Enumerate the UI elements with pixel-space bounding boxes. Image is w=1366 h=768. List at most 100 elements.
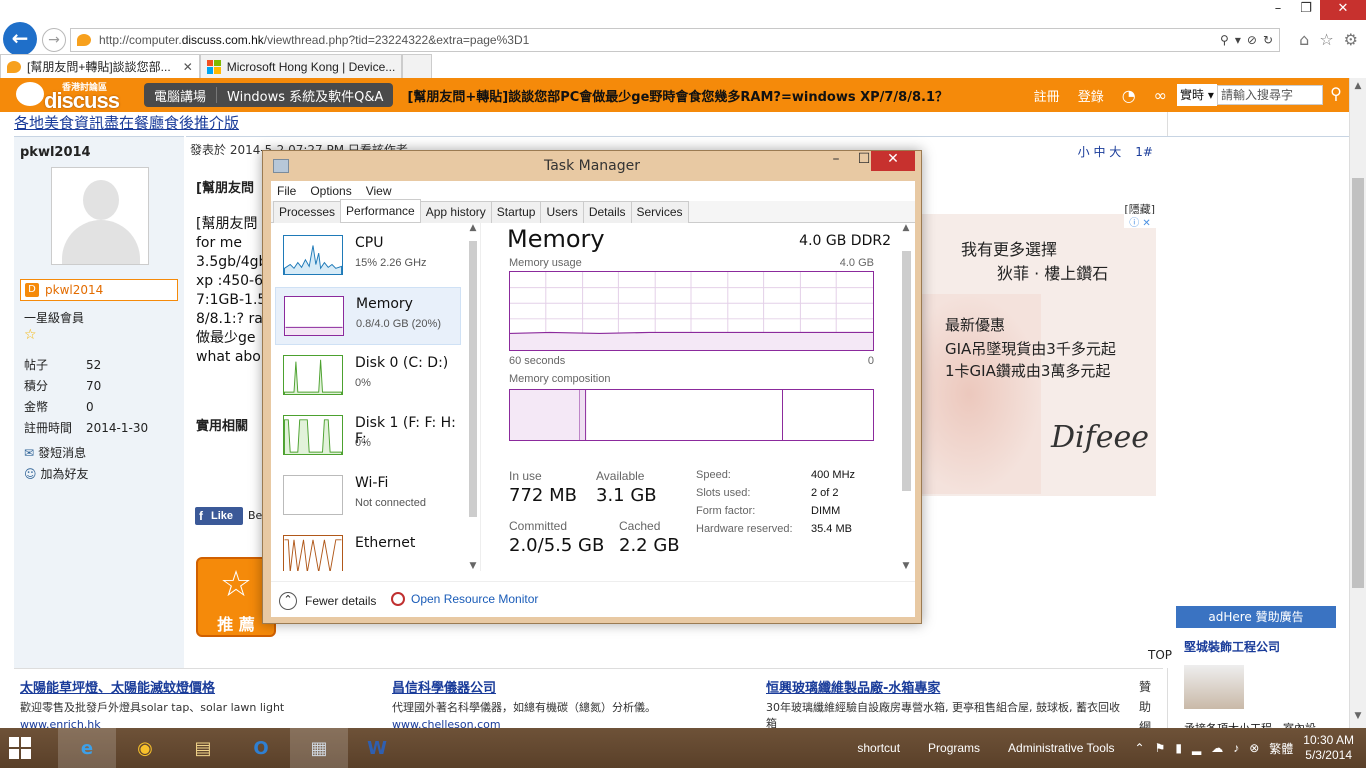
- detail-scrollbar[interactable]: ▲ ▼: [899, 223, 913, 571]
- back-arrow-icon[interactable]: ←: [3, 22, 37, 56]
- ie-icon[interactable]: e: [58, 728, 116, 768]
- sponsor-ad[interactable]: adHere 贊助廣告 堅城裝飾工程公司 承接各項大小工程，室內設: [1176, 606, 1336, 735]
- tab-discuss[interactable]: [幫朋友問+轉貼]談談您部... ✕: [0, 54, 200, 78]
- word-icon[interactable]: W: [348, 728, 406, 768]
- disk-graph-icon: [283, 355, 343, 395]
- tm-close-button[interactable]: ✕: [871, 151, 915, 171]
- memory-type: 4.0 GB DDR2: [799, 233, 891, 249]
- resource-ethernet[interactable]: Ethernet: [275, 527, 461, 571]
- fewer-details-button[interactable]: ⌃ Fewer details: [279, 592, 376, 610]
- task-manager-icon[interactable]: ▦: [290, 728, 348, 768]
- link-icon[interactable]: ∞: [1154, 86, 1167, 105]
- browser-tabs: [幫朋友問+轉貼]談談您部... ✕ Microsoft Hong Kong |…: [0, 54, 433, 78]
- tab-users[interactable]: Users: [540, 201, 584, 223]
- refresh-icon[interactable]: ↻: [1263, 33, 1273, 47]
- user-rank: 一星級會員: [24, 311, 85, 325]
- ad-close-icon[interactable]: ⓘ ✕: [1124, 214, 1156, 229]
- new-tab-button[interactable]: [402, 54, 433, 78]
- resource-disk0[interactable]: Disk 0 (C: D:) 0%: [275, 347, 461, 405]
- battery-icon[interactable]: ▮: [1175, 741, 1182, 755]
- ad-item[interactable]: 太陽能草坪燈、太陽能滅蚊燈價格 歡迎零售及批發戶外燈具solar tap、sol…: [20, 677, 380, 731]
- tab-performance[interactable]: Performance: [340, 199, 421, 222]
- dropdown-icon[interactable]: ▾: [1235, 33, 1241, 47]
- jewelry-ad[interactable]: ⓘ ✕ 我有更多選擇 狄菲 · 樓上鑽石 最新優惠 GIA吊墜現貨由3千多元起 …: [921, 214, 1156, 496]
- rss-icon[interactable]: ◔: [1122, 86, 1136, 105]
- network-icon[interactable]: ▂: [1192, 741, 1201, 755]
- show-hidden-icons-icon[interactable]: ⌃: [1135, 741, 1145, 755]
- tab-services[interactable]: Services: [630, 201, 689, 223]
- home-icon[interactable]: ⌂: [1299, 30, 1309, 49]
- user-badge[interactable]: pkwl2014: [20, 279, 178, 301]
- search-icon[interactable]: ⚲: [1220, 33, 1229, 47]
- menu-view[interactable]: View: [366, 181, 392, 201]
- resource-disk1[interactable]: Disk 1 (F: F: H: F: 0%: [275, 407, 461, 465]
- tm-minimize-button[interactable]: –: [823, 151, 849, 171]
- ime-icon[interactable]: ⊗: [1249, 741, 1259, 755]
- ad-item[interactable]: 昌信科學儀器公司 代理國外著名科學儀器，如總有機碳（總氮）分析儀。 www.ch…: [392, 677, 752, 731]
- stop-icon[interactable]: ⊘: [1247, 33, 1257, 47]
- resource-memory[interactable]: Memory 0.8/4.0 GB (20%): [275, 287, 461, 345]
- chrome-icon[interactable]: ◉: [116, 728, 174, 768]
- scroll-up-icon: ▲: [1354, 81, 1362, 91]
- open-resource-monitor-link[interactable]: Open Resource Monitor: [391, 592, 538, 606]
- tm-footer: ⌃ Fewer details Open Resource Monitor: [271, 581, 915, 617]
- menu-file[interactable]: File: [277, 181, 296, 201]
- start-button[interactable]: [0, 728, 40, 768]
- username[interactable]: pkwl2014: [20, 145, 91, 160]
- minimize-button[interactable]: –: [1264, 0, 1292, 20]
- tab-startup[interactable]: Startup: [490, 201, 542, 223]
- discuss-logo[interactable]: 香港討論區 discuss: [0, 78, 130, 113]
- outlook-icon[interactable]: O: [232, 728, 290, 768]
- system-tray: ⌃ ⚑ ▮ ▂ ☁ ♪ ⊗ 繁體 10:30 AM 5/3/2014: [1135, 733, 1366, 763]
- tab-microsoft[interactable]: Microsoft Hong Kong | Device...: [199, 54, 403, 78]
- breadcrumb-windows[interactable]: Windows 系統及軟件Q&A: [217, 86, 393, 105]
- restore-button[interactable]: ❐: [1292, 0, 1320, 20]
- send-message-link[interactable]: ✉ 發短消息: [24, 443, 93, 464]
- clock[interactable]: 10:30 AM 5/3/2014: [1303, 733, 1354, 763]
- top-link[interactable]: TOP: [1148, 648, 1172, 662]
- search-icon[interactable]: ⚲: [1323, 84, 1349, 106]
- favorites-star-icon[interactable]: ☆: [1319, 30, 1333, 49]
- window-controls: – ❐ ✕: [1264, 0, 1366, 22]
- tab-close-icon[interactable]: ✕: [183, 60, 193, 74]
- chevron-up-icon: ⌃: [279, 592, 297, 610]
- ie-toolbar: ⌂ ☆ ⚙: [1299, 30, 1358, 49]
- search-input[interactable]: 請輸入搜尋字: [1217, 85, 1323, 105]
- facebook-like-button[interactable]: Like: [195, 507, 243, 525]
- resource-list-scrollbar[interactable]: ▲ ▼: [467, 223, 479, 571]
- tab-details[interactable]: Details: [582, 201, 632, 223]
- tab-app-history[interactable]: App history: [419, 201, 492, 223]
- login-link[interactable]: 登錄: [1078, 86, 1104, 105]
- forward-arrow-icon[interactable]: →: [42, 28, 66, 52]
- bottom-ads: 太陽能草坪燈、太陽能滅蚊燈價格 歡迎零售及批發戶外燈具solar tap、sol…: [14, 668, 1163, 734]
- register-link[interactable]: 註冊: [1034, 86, 1060, 105]
- language-indicator[interactable]: 繁體: [1269, 740, 1293, 757]
- search-type-select[interactable]: 實時 ▾: [1177, 84, 1217, 106]
- page-scrollbar[interactable]: ▲ ▼: [1349, 78, 1366, 728]
- thread-title: [幫朋友問+轉貼]談談您部PC會做最少ge野時會食您幾多RAM?=windows…: [407, 89, 949, 105]
- toolbar-programs[interactable]: Programs: [928, 741, 980, 755]
- address-bar[interactable]: http://computer.discuss.com.hk/viewthrea…: [70, 28, 1280, 52]
- menu-options[interactable]: Options: [310, 181, 351, 201]
- file-explorer-icon[interactable]: ▤: [174, 728, 232, 768]
- avatar[interactable]: [51, 167, 149, 265]
- action-center-icon[interactable]: ⚑: [1155, 741, 1166, 755]
- close-button[interactable]: ✕: [1320, 0, 1366, 20]
- volume-icon[interactable]: ♪: [1233, 741, 1239, 755]
- discuss-favicon-icon: [7, 60, 21, 73]
- toolbar-admin-tools[interactable]: Administrative Tools: [1008, 741, 1115, 755]
- cloud-icon[interactable]: ☁: [1211, 741, 1223, 755]
- settings-gear-icon[interactable]: ⚙: [1344, 30, 1358, 49]
- resource-wifi[interactable]: Wi-Fi Not connected: [275, 467, 461, 525]
- toolbar-shortcut[interactable]: shortcut: [857, 741, 900, 755]
- ad-item[interactable]: 恒興玻璃纖維製品廠-水箱專家 30年玻璃纖維經驗自設廠房專營水箱, 更亭租售組合…: [766, 677, 1126, 731]
- disk-graph-icon: [283, 415, 343, 455]
- breadcrumb-computer[interactable]: 電腦講場: [144, 86, 216, 105]
- tm-titlebar[interactable]: Task Manager – ☐ ✕: [263, 151, 921, 181]
- tab-processes[interactable]: Processes: [273, 201, 342, 223]
- resource-cpu[interactable]: CPU 15% 2.26 GHz: [275, 227, 461, 285]
- add-friend-link[interactable]: ☺ 加為好友: [24, 464, 93, 485]
- user-info-panel: pkwl2014 pkwl2014 一星級會員 ☆ 帖子52 積分70 金幣0 …: [14, 136, 184, 668]
- promo-link[interactable]: 各地美食資訊盡在餐廳食後推介版: [14, 112, 239, 133]
- browser-chrome: – ❐ ✕ ← → http://computer.discuss.com.hk…: [0, 0, 1366, 78]
